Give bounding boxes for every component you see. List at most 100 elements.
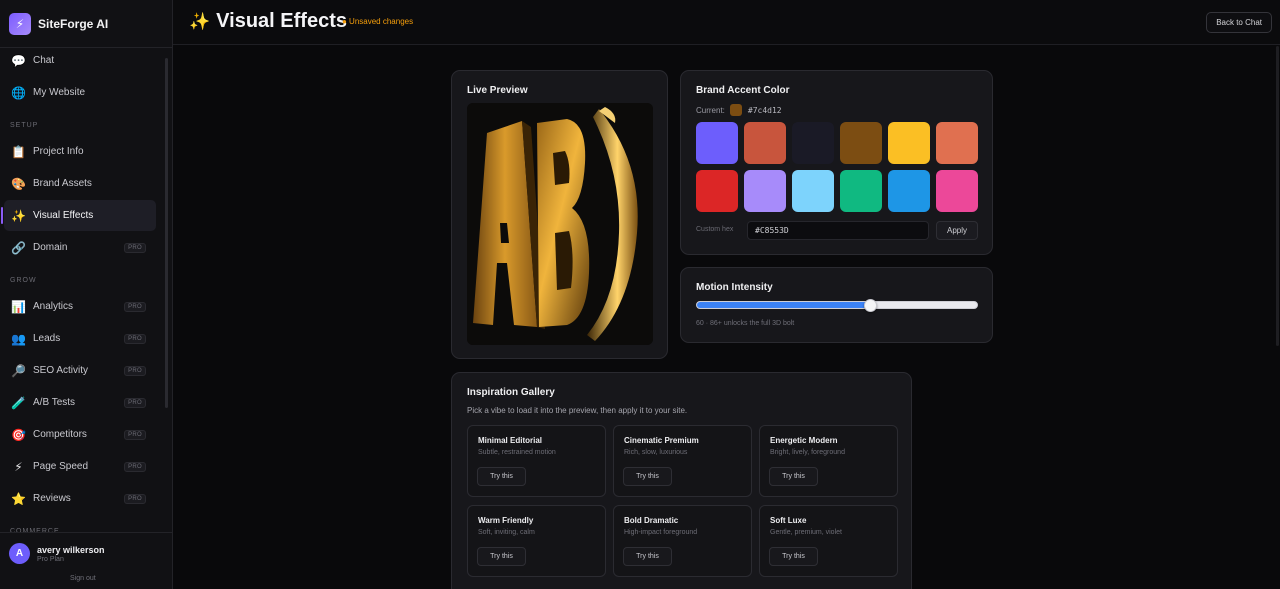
brand[interactable]: ⚡ SiteForge AI (0, 0, 172, 48)
sidebar-item-domain[interactable]: 🔗 Domain PRO (4, 232, 156, 263)
a-b-tests-icon: 🧪 (11, 395, 26, 410)
sidebar: ⚡ SiteForge AI 💬 Chat 🌐 My Website SETUP 📋 Pro… (0, 0, 173, 589)
vibe-name: Soft Luxe (770, 516, 807, 525)
brand-accent-card: Brand Accent Color Current: #7c4d12 Cust… (680, 70, 993, 255)
vibe-description: Soft, inviting, calm (478, 529, 535, 536)
reviews-icon: ⭐ (11, 491, 26, 506)
motion-slider-track[interactable] (696, 301, 978, 309)
domain-icon: 🔗 (11, 240, 26, 255)
vibe-name: Bold Dramatic (624, 516, 679, 525)
sidebar-item-reviews[interactable]: ⭐ Reviews PRO (4, 483, 156, 514)
live-preview-title: Live Preview (467, 85, 528, 96)
vibe-description: Rich, slow, luxurious (624, 449, 688, 456)
sidebar-item-label: Page Speed (33, 461, 89, 472)
sidebar-item-seo-activity[interactable]: 🔎 SEO Activity PRO (4, 355, 156, 386)
sidebar-item-label: My Website (33, 87, 86, 98)
color-swatch[interactable] (792, 122, 834, 164)
app-name: SiteForge AI (38, 16, 109, 31)
color-swatch[interactable] (696, 122, 738, 164)
motion-note: 60 · 86+ unlocks the full 3D bolt (696, 320, 795, 327)
pro-badge: PRO (124, 494, 146, 504)
try-this-button[interactable]: Try this (477, 547, 526, 566)
motion-slider-thumb[interactable] (864, 299, 878, 312)
sidebar-item-label: Brand Assets (33, 178, 92, 189)
vibe-card-soft-luxe[interactable]: Soft Luxe Gentle, premium, violet Try this (759, 505, 898, 577)
sidebar-item-label: Project Info (33, 146, 84, 157)
sidebar-scrollbar[interactable] (165, 58, 168, 408)
pro-badge: PRO (124, 462, 146, 472)
vibe-card-energetic-modern[interactable]: Energetic Modern Bright, lively, foregrou… (759, 425, 898, 497)
vibe-name: Energetic Modern (770, 436, 838, 445)
sign-out-link[interactable]: Sign out (70, 575, 96, 582)
current-color-swatch (729, 104, 742, 116)
color-swatch[interactable] (888, 122, 930, 164)
inspiration-gallery-card: Inspiration Gallery Pick a vibe to load … (451, 372, 912, 589)
avatar[interactable]: A (9, 543, 30, 564)
sidebar-item-competitors[interactable]: 🎯 Competitors PRO (4, 419, 156, 450)
color-swatch[interactable] (792, 170, 834, 212)
vibe-card-bold-dramatic[interactable]: Bold Dramatic High-impact foreground Try t… (613, 505, 752, 577)
brand-accent-title: Brand Accent Color (696, 85, 790, 96)
try-this-button[interactable]: Try this (477, 467, 526, 486)
vibe-description: Bright, lively, foreground (770, 449, 845, 456)
vibe-card-minimal-editorial[interactable]: Minimal Editorial Subtle, restrained moti… (467, 425, 606, 497)
my-website-icon: 🌐 (11, 85, 26, 100)
user-name: avery wilkerson (37, 545, 105, 555)
back-to-chat-button[interactable]: Back to Chat (1206, 12, 1272, 33)
sidebar-item-my-website[interactable]: 🌐 My Website (4, 77, 156, 108)
vibe-card-cinematic-premium[interactable]: Cinematic Premium Rich, slow, luxurious Tr… (613, 425, 752, 497)
custom-hex-input[interactable]: #C8553D (747, 221, 929, 240)
sidebar-item-chat[interactable]: 💬 Chat (4, 48, 156, 76)
color-swatch[interactable] (936, 170, 978, 212)
try-this-button[interactable]: Try this (623, 547, 672, 566)
sidebar-item-page-speed[interactable]: ⚡ Page Speed PRO (4, 451, 156, 482)
try-this-button[interactable]: Try this (769, 467, 818, 486)
color-swatch[interactable] (840, 170, 882, 212)
try-this-button[interactable]: Try this (769, 547, 818, 566)
current-label: Current: (696, 105, 725, 115)
vibe-card-warm-friendly[interactable]: Warm Friendly Soft, inviting, calm Try thi… (467, 505, 606, 577)
color-swatch[interactable] (744, 170, 786, 212)
seo-activity-icon: 🔎 (11, 363, 26, 378)
sidebar-item-label: Domain (33, 242, 68, 253)
gallery-subtitle: Pick a vibe to load it into the preview,… (467, 406, 688, 415)
project-info-icon: 📋 (11, 144, 26, 159)
color-swatch[interactable] (936, 122, 978, 164)
try-this-button[interactable]: Try this (623, 467, 672, 486)
custom-hex-label: Custom hex (696, 226, 734, 233)
pro-badge: PRO (124, 243, 146, 253)
sidebar-item-brand-assets[interactable]: 🎨 Brand Assets (4, 168, 156, 199)
sidebar-item-label: Competitors (33, 429, 87, 440)
sidebar-item-analytics[interactable]: 📊 Analytics PRO (4, 291, 156, 322)
visual-effects-icon: ✨ (11, 208, 26, 223)
unsaved-changes-badge: ● Unsaved changes (342, 17, 414, 26)
vibe-name: Warm Friendly (478, 516, 534, 525)
sidebar-item-leads[interactable]: 👥 Leads PRO (4, 323, 156, 354)
user-panel: A avery wilkerson Pro Plan Sign out (0, 532, 172, 589)
sidebar-item-label: Analytics (33, 301, 74, 312)
color-swatch[interactable] (696, 170, 738, 212)
apply-button[interactable]: Apply (936, 221, 978, 240)
main-scrollbar[interactable] (1276, 46, 1279, 346)
page-header: ✨ Visual Effects ● Unsaved changes Back … (173, 0, 1280, 45)
preview-canvas[interactable] (467, 103, 653, 345)
sidebar-item-project-info[interactable]: 📋 Project Info (4, 136, 156, 167)
vibe-name: Cinematic Premium (624, 436, 699, 445)
color-swatch[interactable] (744, 122, 786, 164)
motion-intensity-title: Motion Intensity (696, 282, 773, 293)
vibe-name: Minimal Editorial (478, 436, 543, 445)
sidebar-item-a-b-tests[interactable]: 🧪 A/B Tests PRO (4, 387, 156, 418)
analytics-icon: 📊 (11, 299, 26, 314)
sidebar-item-visual-effects[interactable]: ✨ Visual Effects (1, 200, 156, 231)
sidebar-item-label: Leads (33, 333, 61, 344)
gallery-title: Inspiration Gallery (467, 387, 555, 398)
competitors-icon: 🎯 (11, 427, 26, 442)
color-swatch[interactable] (840, 122, 882, 164)
page-title-text: Visual Effects (216, 10, 347, 32)
color-swatch[interactable] (888, 170, 930, 212)
live-preview-card: Live Preview (451, 70, 668, 359)
page-title: ✨ Visual Effects (189, 10, 347, 33)
grow-heading: GROW (10, 277, 37, 284)
sidebar-item-label: A/B Tests (33, 397, 76, 408)
setup-heading: SETUP (10, 122, 39, 129)
